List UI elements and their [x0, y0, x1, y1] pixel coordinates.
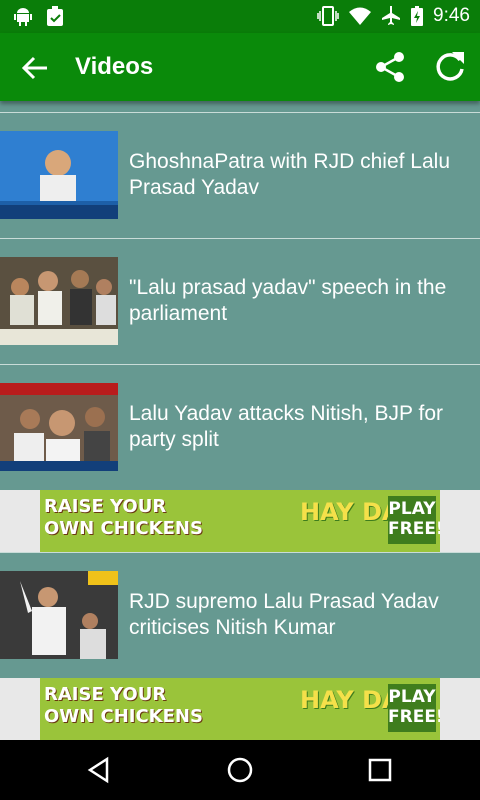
clipboard-icon [47, 6, 63, 26]
video-item[interactable]: "Lalu prasad yadav" speech in the parlia… [0, 238, 480, 365]
video-thumbnail [0, 257, 118, 345]
video-title: Lalu Yadav attacks Nitish, BJP for party… [129, 402, 443, 451]
ad-image[interactable]: RAISE YOUR OWN CHICKENS HAY DAY PLAY FRE… [40, 490, 440, 552]
back-arrow-icon[interactable] [20, 53, 50, 83]
share-icon[interactable] [374, 51, 406, 83]
video-thumbnail [0, 383, 118, 471]
video-thumbnail [0, 131, 118, 219]
video-item[interactable]: GhoshnaPatra with RJD chief Lalu Prasad … [0, 112, 480, 239]
ad-text-left: RAISE YOUR OWN CHICKENS [44, 496, 203, 539]
nav-home-icon[interactable] [226, 756, 254, 784]
nav-back-icon[interactable] [85, 756, 113, 784]
ad-cta[interactable]: PLAY FREE! [388, 496, 440, 544]
ad-text-left: RAISE YOUR OWN CHICKENS [44, 684, 203, 727]
nav-recent-icon[interactable] [366, 756, 394, 784]
vibrate-icon [317, 6, 339, 26]
status-bar: 9:46 [0, 0, 480, 33]
toolbar: Videos [0, 33, 480, 101]
ad-image[interactable]: RAISE YOUR OWN CHICKENS HAY DAY PLAY FRE… [40, 678, 440, 740]
video-item[interactable]: Lalu Yadav attacks Nitish, BJP for party… [0, 364, 480, 491]
battery-icon [411, 6, 424, 26]
ad-banner[interactable]: RAISE YOUR OWN CHICKENS HAY DAY PLAY FRE… [0, 490, 480, 552]
ad-cta[interactable]: PLAY FREE! [388, 684, 440, 732]
video-title: "Lalu prasad yadav" speech in the parlia… [129, 276, 447, 325]
ad-banner[interactable]: RAISE YOUR OWN CHICKENS HAY DAY PLAY FRE… [0, 678, 480, 740]
airplane-icon [382, 6, 401, 25]
video-title: GhoshnaPatra with RJD chief Lalu Prasad … [129, 150, 450, 199]
android-icon [14, 8, 32, 26]
video-list[interactable]: GhoshnaPatra with RJD chief Lalu Prasad … [0, 101, 480, 740]
clock: 9:46 [433, 5, 470, 26]
navigation-bar [0, 740, 480, 800]
video-thumbnail [0, 571, 118, 659]
wifi-icon [349, 7, 372, 25]
video-item[interactable]: RJD supremo Lalu Prasad Yadav criticises… [0, 552, 480, 679]
video-title: RJD supremo Lalu Prasad Yadav criticises… [129, 590, 439, 639]
page-title: Videos [75, 53, 154, 80]
refresh-icon[interactable] [432, 49, 468, 85]
